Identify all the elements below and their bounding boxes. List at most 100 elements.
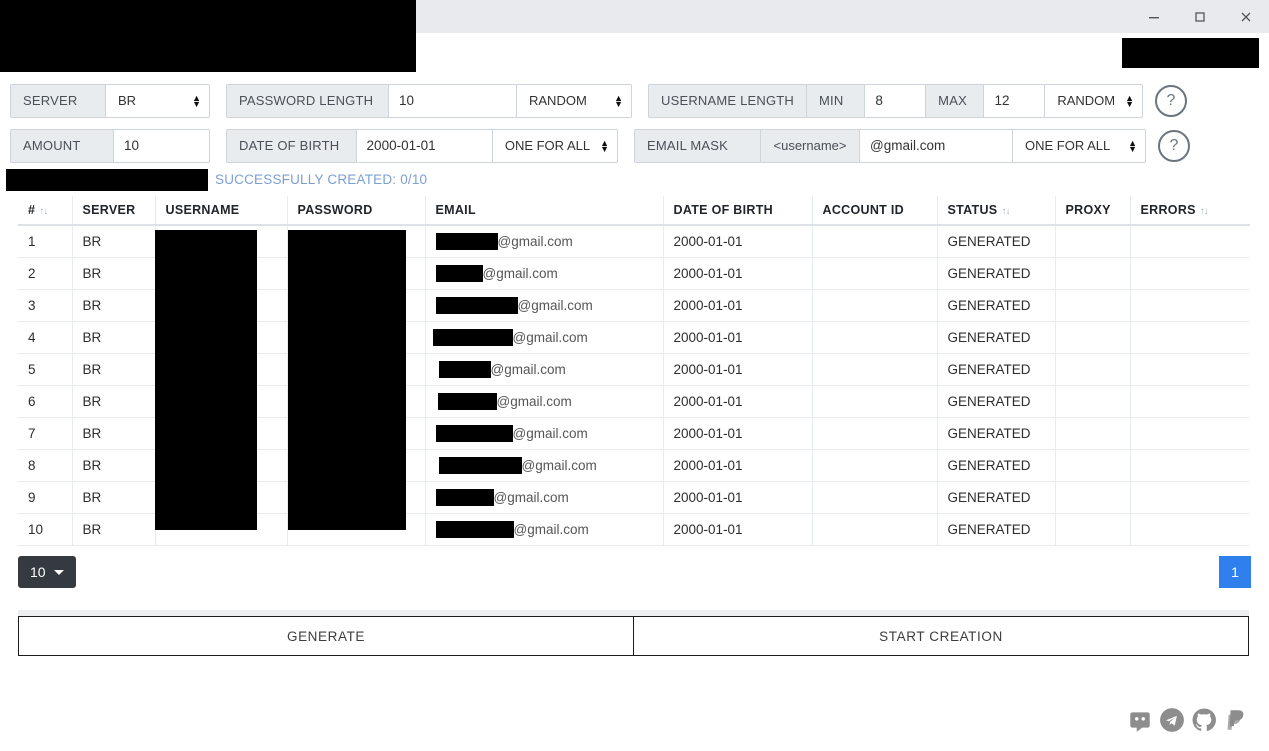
column-header-err[interactable]: ERRORS ↑↓: [1130, 196, 1250, 226]
cell-proxy: [1055, 353, 1131, 386]
username-max-input[interactable]: 12: [984, 84, 1046, 117]
cell-date-of-birth: 2000-01-01: [663, 449, 813, 482]
cell-account-id: [812, 321, 938, 354]
cell-email[interactable]: @gmail.com: [425, 257, 664, 290]
start-creation-button[interactable]: START CREATION: [634, 616, 1249, 656]
cell-date-of-birth: 2000-01-01: [663, 481, 813, 514]
generate-button[interactable]: GENERATE: [18, 616, 634, 656]
chevron-updown-icon: ▲ ▼: [1125, 92, 1135, 109]
cell-server: BR: [72, 353, 156, 386]
email-mask-field-group: EMAIL MASK <username> @gmail.com ONE FOR…: [634, 128, 1146, 163]
server-select[interactable]: BR ▲ ▼: [106, 84, 209, 117]
cell-row-number: 2: [18, 257, 73, 290]
redacted-email-local-part: [435, 265, 483, 282]
cell-email[interactable]: @gmail.com: [425, 449, 664, 482]
chevron-updown-icon: ▲ ▼: [600, 137, 609, 154]
username-length-field-group: USERNAME LENGTH MIN 8 MAX 12 RANDOM ▲ ▼: [648, 83, 1143, 118]
dob-label: DATE OF BIRTH: [227, 129, 357, 162]
cell-status: GENERATED: [937, 449, 1056, 482]
server-value: BR: [118, 93, 137, 108]
column-header-acct: ACCOUNT ID: [812, 196, 938, 226]
cell-email[interactable]: @gmail.com: [425, 225, 664, 258]
sort-arrows-icon[interactable]: ↑↓: [39, 206, 48, 217]
cell-date-of-birth: 2000-01-01: [663, 321, 813, 354]
cell-date-of-birth: 2000-01-01: [663, 225, 813, 258]
cell-email[interactable]: @gmail.com: [425, 513, 664, 546]
cell-server: BR: [72, 289, 156, 322]
server-label: SERVER: [11, 84, 106, 117]
cell-row-number: 5: [18, 353, 73, 386]
redacted-email-local-part: [438, 457, 522, 474]
cell-proxy: [1055, 257, 1131, 290]
cell-email[interactable]: @gmail.com: [425, 321, 664, 354]
telegram-icon[interactable]: [1159, 707, 1185, 733]
cell-account-id: [812, 481, 938, 514]
username-min-input[interactable]: 8: [865, 84, 927, 117]
email-domain-text: @gmail.com: [482, 266, 558, 281]
dob-mode-select[interactable]: ONE FOR ALL ▲ ▼: [492, 129, 617, 162]
username-max-label: MAX: [926, 84, 985, 117]
cell-email[interactable]: @gmail.com: [425, 385, 664, 418]
column-header-email: EMAIL: [425, 196, 664, 226]
redacted-email-local-part: [437, 393, 497, 410]
email-mask-domain-input[interactable]: @gmail.com: [860, 129, 1013, 162]
email-domain-text: @gmail.com: [517, 298, 593, 313]
toolbar-row-1: SERVER BR ▲ ▼ PASSWORD LENGTH 10 RANDOM ▲…: [0, 78, 1269, 123]
cell-proxy: [1055, 225, 1131, 258]
chevron-updown-icon: ▲ ▼: [192, 92, 201, 109]
sort-arrows-icon[interactable]: ↑↓: [1200, 206, 1209, 217]
cell-status: GENERATED: [937, 353, 1056, 386]
redacted-email-local-part: [432, 329, 513, 346]
cell-status: GENERATED: [937, 321, 1056, 354]
cell-server: BR: [72, 385, 156, 418]
sort-arrows-icon[interactable]: ↑↓: [1001, 206, 1010, 217]
cell-email[interactable]: @gmail.com: [425, 417, 664, 450]
username-mode-select[interactable]: RANDOM ▲ ▼: [1045, 84, 1142, 117]
server-field-group: SERVER BR ▲ ▼: [10, 83, 210, 118]
email-mask-help-icon[interactable]: ?: [1158, 129, 1190, 162]
password-mode-select[interactable]: RANDOM ▲ ▼: [517, 84, 631, 117]
maximize-button[interactable]: [1177, 0, 1223, 33]
cell-errors: [1130, 257, 1250, 290]
discord-icon[interactable]: [1127, 707, 1153, 733]
column-header-num[interactable]: # ↑↓: [18, 196, 73, 226]
dob-input[interactable]: 2000-01-01: [356, 129, 493, 162]
cell-proxy: [1055, 417, 1131, 450]
minimize-button[interactable]: [1131, 0, 1177, 33]
page-size-dropdown[interactable]: 10: [18, 556, 76, 588]
column-header-status[interactable]: STATUS ↑↓: [937, 196, 1056, 226]
page-size-value: 10: [30, 564, 46, 580]
cell-row-number: 1: [18, 225, 73, 258]
cell-status: GENERATED: [937, 225, 1056, 258]
amount-label: AMOUNT: [11, 129, 114, 162]
cell-errors: [1130, 513, 1250, 546]
email-mask-username-token: <username>: [761, 129, 860, 162]
cell-server: BR: [72, 417, 156, 450]
cell-email[interactable]: @gmail.com: [425, 481, 664, 514]
cell-errors: [1130, 353, 1250, 386]
redacted-title-region: [0, 0, 416, 72]
cell-server: BR: [72, 321, 156, 354]
pagination-page-1[interactable]: 1: [1219, 556, 1251, 588]
username-min-label: MIN: [807, 84, 866, 117]
github-icon[interactable]: [1191, 707, 1217, 733]
password-length-input[interactable]: 10: [389, 84, 517, 117]
redacted-password-column: [288, 230, 406, 530]
column-header-label: DATE OF BIRTH: [673, 203, 773, 217]
cell-email[interactable]: @gmail.com: [425, 353, 664, 386]
paypal-icon[interactable]: [1223, 707, 1249, 733]
email-mask-mode-select[interactable]: ONE FOR ALL ▲ ▼: [1013, 129, 1145, 162]
cell-proxy: [1055, 481, 1131, 514]
redacted-email-local-part: [438, 361, 491, 378]
cell-row-number: 6: [18, 385, 73, 418]
amount-input[interactable]: 10: [114, 129, 209, 162]
close-button[interactable]: [1223, 0, 1269, 33]
cell-email[interactable]: @gmail.com: [425, 289, 664, 322]
username-help-icon[interactable]: ?: [1155, 84, 1187, 117]
email-domain-text: @gmail.com: [497, 234, 573, 249]
username-mode-value: RANDOM: [1057, 93, 1116, 108]
password-mode-value: RANDOM: [529, 93, 587, 108]
redacted-header-field: [1122, 38, 1259, 68]
cell-status: GENERATED: [937, 289, 1056, 322]
cell-row-number: 3: [18, 289, 73, 322]
